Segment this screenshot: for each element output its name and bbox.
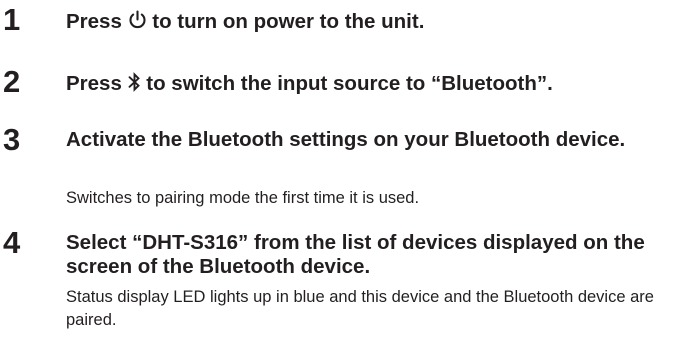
step-title: Press to turn on power to the unit. xyxy=(66,10,667,34)
step-title: Press to switch the input source to “Blu… xyxy=(66,72,667,96)
step-title: Select “DHT-S316” from the list of devic… xyxy=(66,231,645,278)
step-number: 2 xyxy=(3,64,21,99)
step-title-text: Press xyxy=(66,10,128,33)
bluetooth-icon xyxy=(128,72,141,92)
step-description: Status display LED lights up in blue and… xyxy=(66,288,654,329)
step-number: 4 xyxy=(3,225,21,260)
step-number: 1 xyxy=(3,2,21,37)
step-title-text: Press xyxy=(66,72,128,95)
step-title-text: to turn on power to the unit. xyxy=(146,10,425,33)
power-icon xyxy=(128,10,147,30)
step-title: Activate the Bluetooth settings on your … xyxy=(66,128,626,151)
step-number: 3 xyxy=(3,122,21,157)
step-title-text: to switch the input source to “Bluetooth… xyxy=(140,72,553,95)
step-description: Switches to pairing mode the first time … xyxy=(66,189,420,207)
